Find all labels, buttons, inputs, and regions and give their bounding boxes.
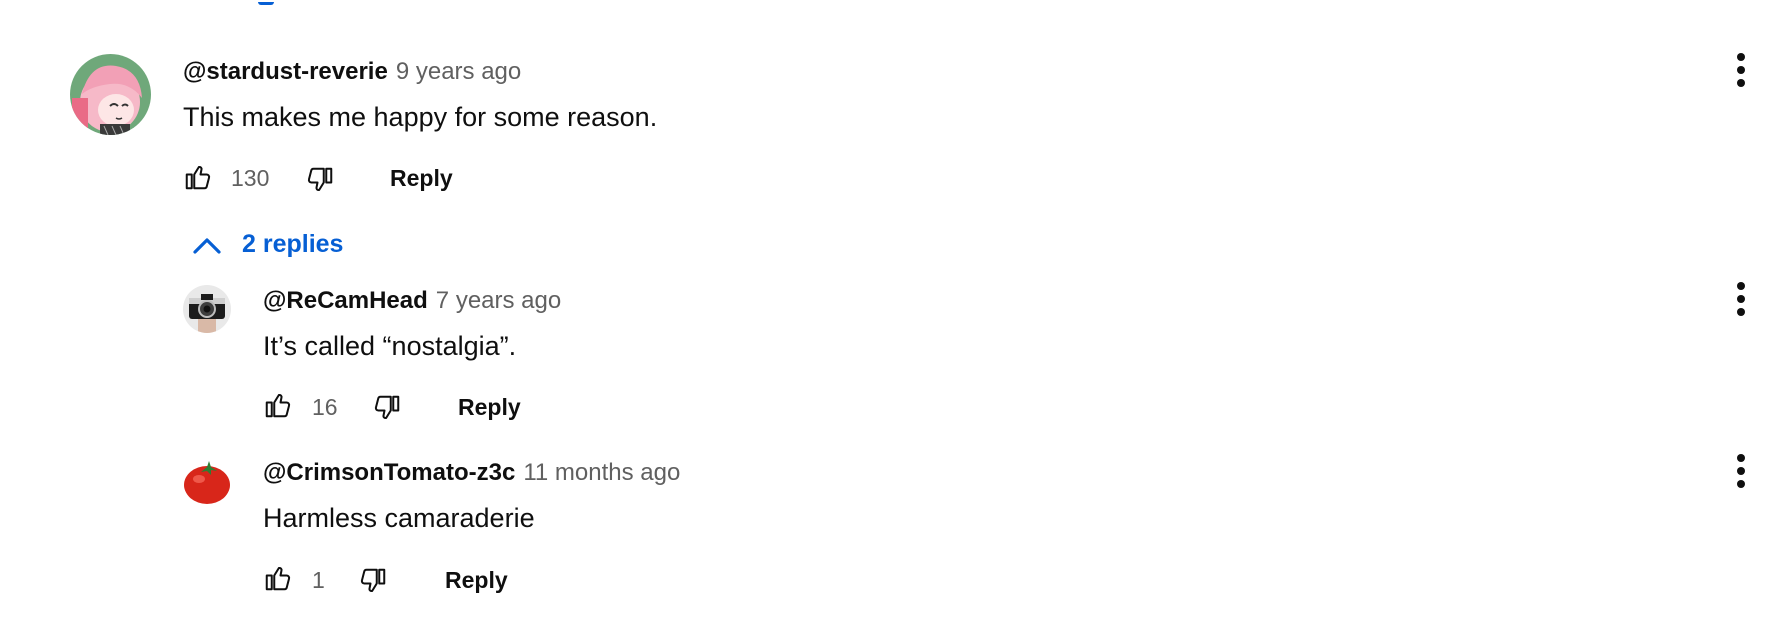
comment-timestamp[interactable]: 9 years ago xyxy=(396,58,521,86)
thumb-down-icon xyxy=(307,167,333,191)
replies-toggle-button[interactable]: 2 replies xyxy=(192,230,343,259)
dislike-button[interactable] xyxy=(305,165,335,195)
reply-text: Harmless camaraderie xyxy=(263,503,535,533)
commenter-avatar[interactable] xyxy=(70,54,151,135)
tomato-avatar-icon xyxy=(183,457,231,505)
thumb-up-icon xyxy=(265,394,291,418)
reply-button[interactable]: Reply xyxy=(458,394,521,421)
thumb-up-icon xyxy=(185,166,211,190)
dislike-button[interactable] xyxy=(372,393,402,423)
thumb-down-icon xyxy=(374,395,400,419)
thumb-down-icon xyxy=(360,568,386,592)
reply-timestamp[interactable]: 11 months ago xyxy=(523,459,680,487)
like-button[interactable] xyxy=(263,563,293,593)
reply-timestamp[interactable]: 7 years ago xyxy=(436,287,561,315)
like-button[interactable] xyxy=(183,162,213,192)
camera-avatar-icon xyxy=(183,285,231,333)
more-vert-icon xyxy=(1737,454,1745,488)
reply-text: It’s called “nostalgia”. xyxy=(263,331,517,361)
like-button[interactable] xyxy=(263,390,293,420)
reply-button[interactable]: Reply xyxy=(445,567,508,594)
like-count: 1 xyxy=(312,567,325,593)
reply-avatar[interactable] xyxy=(183,285,231,333)
reply-author[interactable]: @ReCamHead xyxy=(263,287,428,315)
more-vert-icon xyxy=(1737,53,1745,87)
reply-author[interactable]: @CrimsonTomato-z3c xyxy=(263,459,515,487)
reply-header: @ReCamHead 7 years ago xyxy=(263,287,561,315)
reply-button[interactable]: Reply xyxy=(390,165,453,192)
comment-author[interactable]: @stardust-reverie xyxy=(183,58,388,86)
thumb-up-icon xyxy=(265,567,291,591)
dislike-button[interactable] xyxy=(358,566,388,596)
comment-menu-button[interactable] xyxy=(1734,52,1748,93)
like-count: 130 xyxy=(231,165,270,191)
comment-thread: @stardust-reverie 9 years ago This makes… xyxy=(0,0,1776,634)
reply-menu-button[interactable] xyxy=(1734,281,1748,322)
like-count: 16 xyxy=(312,394,338,420)
comment-text: This makes me happy for some reason. xyxy=(183,102,658,132)
reply-menu-button[interactable] xyxy=(1734,453,1748,494)
chevron-up-icon xyxy=(193,237,221,254)
anime-girl-avatar-icon xyxy=(70,54,151,135)
more-vert-icon xyxy=(1737,282,1745,316)
replies-count-label: 2 replies xyxy=(242,230,344,258)
comment-header: @stardust-reverie 9 years ago xyxy=(183,58,521,86)
reply-header: @CrimsonTomato-z3c 11 months ago xyxy=(263,459,680,487)
reply-avatar[interactable] xyxy=(183,457,231,505)
